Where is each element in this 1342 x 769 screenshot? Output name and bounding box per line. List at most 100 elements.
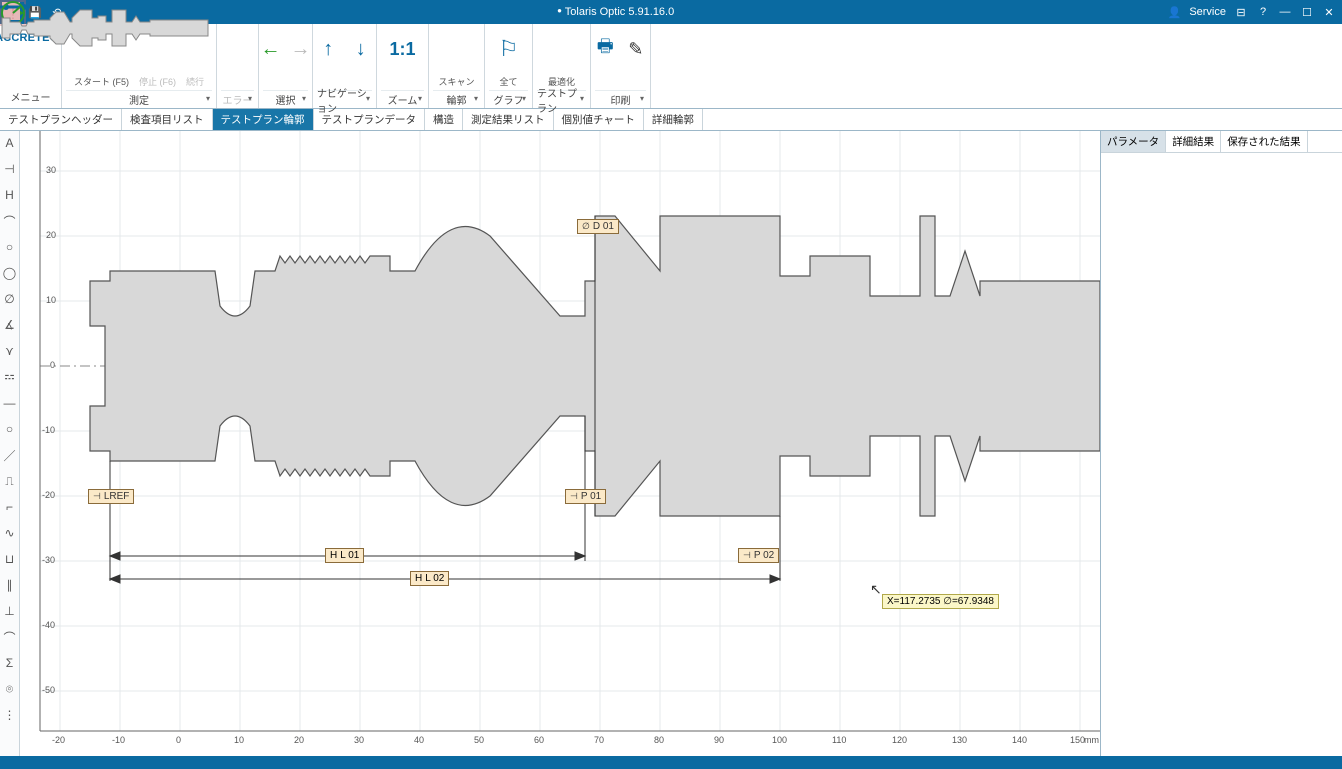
chevron-down-icon[interactable]: ▾ xyxy=(522,94,526,103)
help-icon[interactable]: ? xyxy=(1256,5,1270,19)
profile-tool-icon[interactable]: ⎍ xyxy=(2,473,18,489)
right-panel-body xyxy=(1101,153,1342,756)
chevron-down-icon[interactable]: ▾ xyxy=(474,94,478,103)
settings-icon[interactable]: ⊟ xyxy=(1234,5,1248,19)
cursor-icon: ↖ xyxy=(870,581,882,598)
angle-tool-icon[interactable]: ∡ xyxy=(2,317,18,333)
tab-inspection-list[interactable]: 検査項目リスト xyxy=(122,109,213,130)
x-unit: mm xyxy=(1084,735,1099,745)
graph-group-label[interactable]: グラフ xyxy=(494,92,524,107)
app-title: Tolaris Optic 5.91.16.0 xyxy=(565,6,674,18)
length-tool-icon[interactable]: H xyxy=(2,187,18,203)
start-label: スタート (F5) xyxy=(74,75,129,88)
callout-d01[interactable]: ∅D 01 xyxy=(577,219,619,234)
step-tool-icon[interactable]: ⌐ xyxy=(2,499,18,515)
x-tick: 140 xyxy=(1012,735,1027,745)
ref-icon: ⊣ xyxy=(570,491,578,502)
main-tabs: テストプランヘッダー 検査項目リスト テストプラン輪郭 テストプランデータ 構造… xyxy=(0,109,1342,131)
rtab-parameters[interactable]: パラメータ xyxy=(1101,131,1166,152)
close-icon[interactable]: ✕ xyxy=(1322,5,1336,19)
flag-icon[interactable]: ⚐ xyxy=(495,35,523,63)
more-tool-icon[interactable]: ⋮ xyxy=(2,707,18,723)
arc-tool-icon[interactable]: ⌒ xyxy=(2,213,18,229)
chevron-down-icon[interactable]: ▾ xyxy=(206,94,210,103)
tab-header[interactable]: テストプランヘッダー xyxy=(0,109,122,130)
left-toolbar: A ⊣ H ⌒ ○ ◯ ∅ ∡ ⋎ 𝌂 — ○ ／ ⎍ ⌐ ∿ ⊔ ∥ ⊥ ⌒ … xyxy=(0,131,20,756)
x-tick: -10 xyxy=(112,735,125,745)
x-tick: 20 xyxy=(294,735,304,745)
text-tool-icon[interactable]: A xyxy=(2,135,18,151)
chevron-down-icon[interactable]: ▾ xyxy=(248,94,252,103)
zoom-ratio-button[interactable]: 1:1 xyxy=(389,35,417,63)
y-tick: 20 xyxy=(46,230,56,240)
chevron-down-icon[interactable]: ▾ xyxy=(366,94,370,103)
sigma-tool-icon[interactable]: Σ xyxy=(2,655,18,671)
contour-group-label[interactable]: 輪郭 xyxy=(447,92,467,107)
y-tick: -30 xyxy=(42,555,55,565)
minimize-icon[interactable]: — xyxy=(1278,5,1292,19)
tab-structure[interactable]: 構造 xyxy=(425,109,463,130)
testplan-group-label[interactable]: テストプラン xyxy=(537,85,586,115)
measure-group-label[interactable]: 測定 xyxy=(129,92,149,107)
chevron-down-icon[interactable]: ▾ xyxy=(640,94,644,103)
x-tick: 60 xyxy=(534,735,544,745)
chevron-down-icon[interactable]: ▾ xyxy=(302,94,306,103)
dim-l02[interactable]: HL 02 xyxy=(410,571,449,586)
target-tool-icon[interactable]: ⌾ xyxy=(2,681,18,697)
rtab-saved-results[interactable]: 保存された結果 xyxy=(1221,131,1308,152)
curve-tool-icon[interactable]: ⌒ xyxy=(2,629,18,645)
callout-p02[interactable]: ⊣P 02 xyxy=(738,548,779,563)
arrow-left-icon[interactable]: ← xyxy=(261,35,281,63)
y-tick: 30 xyxy=(46,165,56,175)
gauge-icon[interactable] xyxy=(548,35,576,63)
parallel-tool-icon[interactable]: ∥ xyxy=(2,577,18,593)
x-tick: 100 xyxy=(772,735,787,745)
thread-tool-icon[interactable]: 𝌂 xyxy=(2,369,18,385)
arrow-right-icon[interactable]: → xyxy=(291,35,311,63)
user-icon[interactable]: 👤 xyxy=(1167,5,1181,19)
scan-icon[interactable] xyxy=(443,35,471,63)
point-tool-icon[interactable]: ⋎ xyxy=(2,343,18,359)
ref-icon: ⊣ xyxy=(743,550,751,561)
slash-tool-icon[interactable]: ／ xyxy=(2,447,18,463)
y-tick: 10 xyxy=(46,295,56,305)
chevron-down-icon[interactable]: ▾ xyxy=(418,94,422,103)
diameter-icon: ∅ xyxy=(582,221,590,232)
perp-tool-icon[interactable]: ⊥ xyxy=(2,603,18,619)
ellipse-tool-icon[interactable]: ◯ xyxy=(2,265,18,281)
stop-label: 停止 (F6) xyxy=(139,75,176,88)
tab-testplan-contour[interactable]: テストプラン輪郭 xyxy=(213,109,314,130)
wave-tool-icon[interactable]: ∿ xyxy=(2,525,18,541)
minimap[interactable] xyxy=(1112,24,1342,108)
circle2-tool-icon[interactable]: ○ xyxy=(2,421,18,437)
y-tick: -20 xyxy=(42,490,55,500)
menu-label[interactable]: メニュー xyxy=(11,89,51,104)
ref-tool-icon[interactable]: ⊣ xyxy=(2,161,18,177)
y-tick: 0 xyxy=(50,360,55,370)
groove-tool-icon[interactable]: ⊔ xyxy=(2,551,18,567)
callout-p01[interactable]: ⊣P 01 xyxy=(565,489,606,504)
ref-icon: ⊣ xyxy=(93,491,101,502)
print-icon[interactable]: 🖶 xyxy=(595,35,616,63)
ribbon: ACCRETECH メニュー ! スタート (F5) 停止 (F6) 続行 測定… xyxy=(0,24,1342,109)
dim-l01[interactable]: HL 01 xyxy=(325,548,364,563)
select-group-label[interactable]: 選択 xyxy=(276,92,296,107)
arrow-up-icon[interactable]: ↑ xyxy=(317,35,340,63)
rtab-detail-results[interactable]: 詳細結果 xyxy=(1166,131,1221,152)
print-group-label[interactable]: 印刷 xyxy=(611,92,631,107)
cursor-readout: X=117.2735 ∅=67.9348 xyxy=(882,594,999,609)
export-icon[interactable]: ✎ xyxy=(626,35,647,63)
length-icon: H xyxy=(330,550,337,561)
arrow-down-icon[interactable]: ↓ xyxy=(350,35,373,63)
profile-canvas[interactable]: 30 20 10 0 -10 -20 -30 -40 -50 -20 -10 0… xyxy=(20,131,1100,756)
chevron-down-icon[interactable]: ▾ xyxy=(580,94,584,103)
diameter-tool-icon[interactable]: ∅ xyxy=(2,291,18,307)
circle-tool-icon[interactable]: ○ xyxy=(2,239,18,255)
tab-detail-contour[interactable]: 詳細輪郭 xyxy=(644,109,703,130)
callout-lref[interactable]: ⊣LREF xyxy=(88,489,134,504)
all-label: 全て xyxy=(499,75,517,88)
maximize-icon[interactable]: ☐ xyxy=(1300,5,1314,19)
zoom-group-label[interactable]: ズーム xyxy=(388,92,418,107)
line-tool-icon[interactable]: — xyxy=(2,395,18,411)
nav-group-label[interactable]: ナビゲーション xyxy=(317,85,372,115)
